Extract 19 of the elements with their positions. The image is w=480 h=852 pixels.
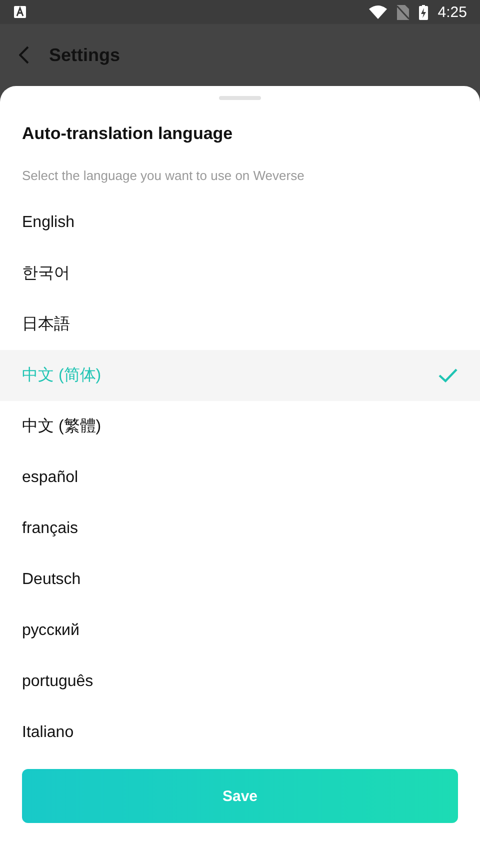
language-option[interactable]: español — [0, 452, 480, 503]
language-option[interactable]: Italiano — [0, 707, 480, 758]
language-option[interactable]: português — [0, 656, 480, 707]
checkmark-icon — [438, 368, 458, 383]
language-option[interactable]: français — [0, 503, 480, 554]
sheet-title: Auto-translation language — [21, 123, 234, 144]
language-option[interactable]: English — [0, 197, 480, 248]
back-icon[interactable] — [19, 46, 29, 64]
wifi-icon — [368, 5, 387, 19]
language-option[interactable]: русский — [0, 605, 480, 656]
language-option[interactable]: 日本語 — [0, 299, 480, 350]
no-sim-icon — [396, 4, 409, 20]
app-notification-icon — [14, 6, 26, 18]
battery-charging-icon — [418, 4, 428, 20]
sheet-subtitle: Select the language you want to use on Weverse — [21, 167, 306, 185]
language-option[interactable]: 한국어 — [0, 248, 480, 299]
language-option[interactable]: Deutsch — [0, 554, 480, 605]
language-option[interactable]: 中文 (繁體) — [0, 401, 480, 452]
status-time: 4:25 — [438, 4, 467, 20]
